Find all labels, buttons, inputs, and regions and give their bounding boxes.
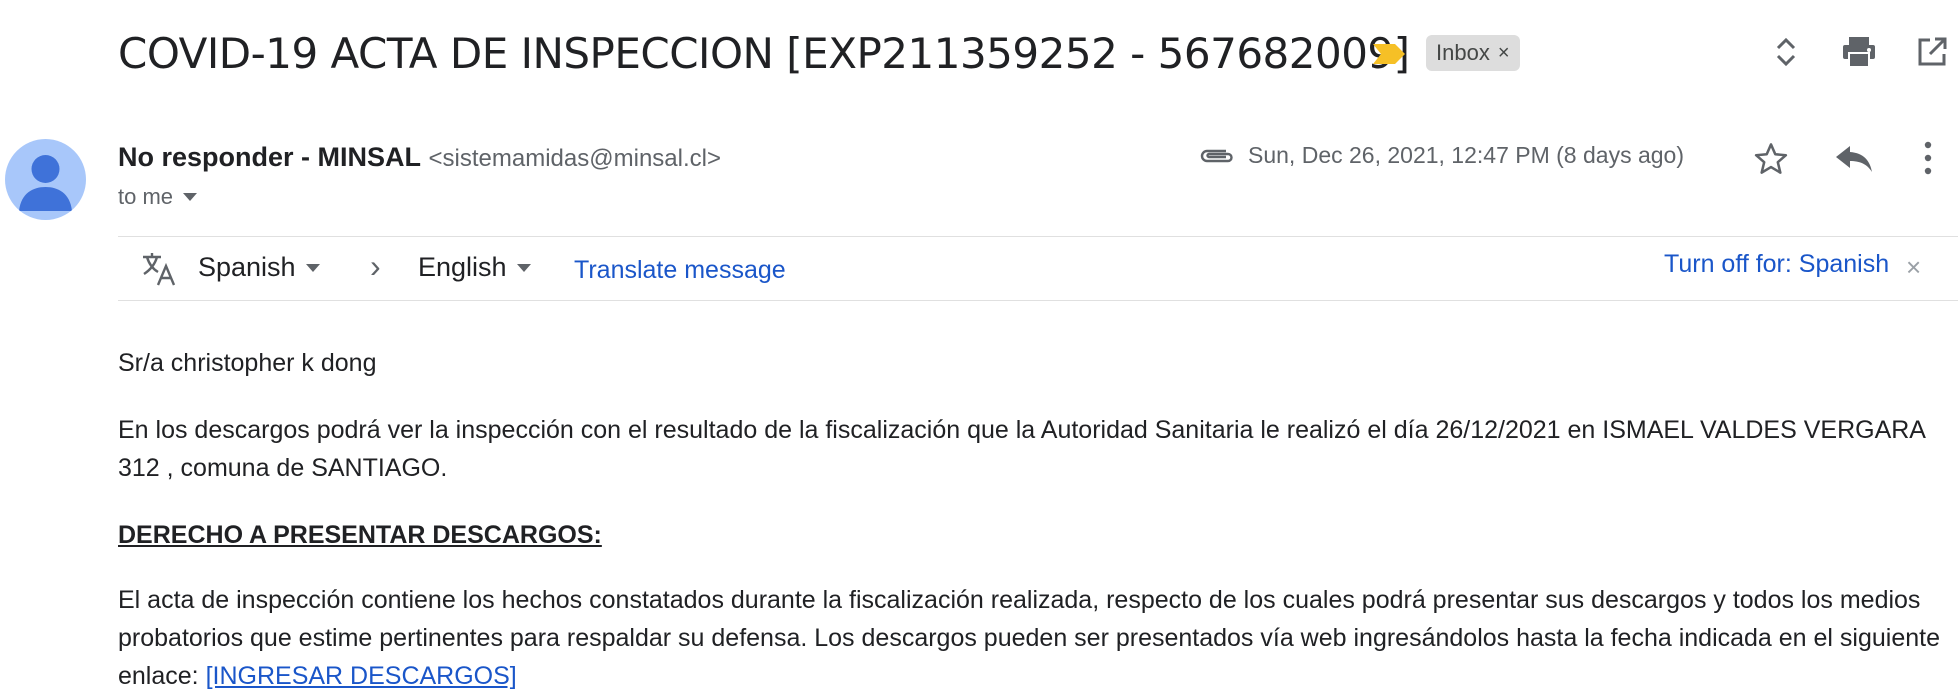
- inbox-label-chip: Inbox ×: [1426, 35, 1520, 71]
- turn-off-translate-link[interactable]: Turn off for: Spanish: [1664, 250, 1889, 279]
- remove-label-button[interactable]: ×: [1498, 42, 1510, 65]
- more-options-icon[interactable]: [1920, 138, 1936, 178]
- important-marker-icon[interactable]: [1371, 40, 1407, 68]
- translate-bar: Spanish › English Translate message Turn…: [118, 238, 1958, 300]
- star-icon[interactable]: [1752, 140, 1790, 178]
- message-date: Sun, Dec 26, 2021, 12:47 PM (8 days ago): [1248, 142, 1684, 168]
- recipient-details-toggle[interactable]: to me: [118, 184, 198, 210]
- target-language-label: English: [418, 252, 507, 282]
- source-language-dropdown[interactable]: Spanish: [198, 252, 320, 283]
- translate-icon: [143, 253, 176, 286]
- attachment-icon: [1200, 149, 1233, 162]
- chevron-down-icon: [516, 263, 531, 272]
- translate-message-link[interactable]: Translate message: [574, 256, 786, 285]
- dropdown-arrow-icon: [183, 193, 198, 201]
- target-language-dropdown[interactable]: English: [418, 252, 531, 283]
- sender-avatar[interactable]: [5, 139, 86, 220]
- sender-name[interactable]: No responder - MINSAL: [118, 142, 421, 172]
- chevron-down-icon: [305, 263, 320, 272]
- email-greeting: Sr/a christopher k dong: [118, 349, 377, 377]
- source-language-label: Spanish: [198, 252, 296, 282]
- open-in-new-window-icon[interactable]: [1910, 30, 1954, 74]
- sender-line: No responder - MINSAL <sistemamidas@mins…: [118, 142, 721, 173]
- section-heading: DERECHO A PRESENTAR DESCARGOS:: [118, 521, 602, 549]
- sender-email: <sistemamidas@minsal.cl>: [428, 145, 721, 172]
- email-subject: COVID-19 ACTA DE INSPECCION [EXP21135925…: [118, 29, 1410, 78]
- expand-collapse-icon[interactable]: [1764, 30, 1808, 74]
- reply-icon[interactable]: [1834, 142, 1874, 176]
- print-icon[interactable]: [1837, 30, 1881, 74]
- email-paragraph-1: En los descargos podrá ver la inspección…: [118, 416, 1925, 482]
- avatar-person-icon: [19, 155, 72, 211]
- email-paragraph-2: El acta de inspección contiene los hecho…: [118, 581, 1948, 695]
- translate-bar-top-border: [118, 236, 1958, 237]
- chevron-right-icon: ›: [370, 248, 381, 284]
- ingresar-descargos-link[interactable]: [INGRESAR DESCARGOS]: [206, 662, 517, 690]
- recipient-text: to me: [118, 184, 174, 209]
- message-meta: Sun, Dec 26, 2021, 12:47 PM (8 days ago): [1198, 142, 1684, 169]
- translate-bar-bottom-border: [118, 300, 1958, 301]
- close-translate-bar-icon[interactable]: ×: [1906, 252, 1921, 283]
- inbox-label-text: Inbox: [1436, 40, 1490, 65]
